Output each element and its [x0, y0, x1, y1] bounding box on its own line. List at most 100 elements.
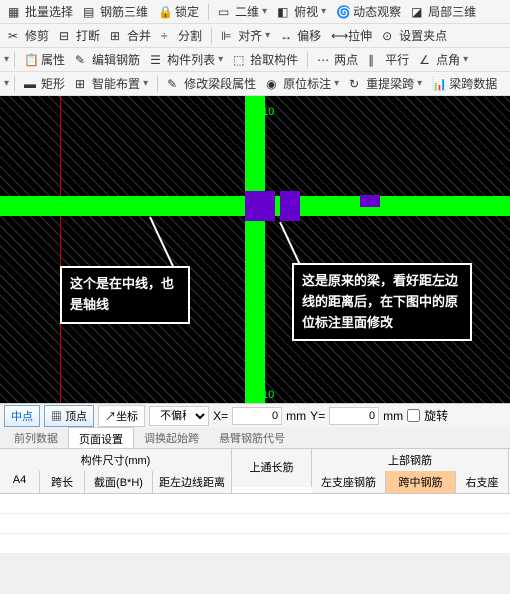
modify-icon: ✎ — [167, 77, 181, 91]
annotation-right: 这是原来的梁，看好距左边线的距离后，在下图中的原位标注里面修改 — [292, 263, 472, 341]
view-icon: ◧ — [277, 5, 291, 19]
beam-data-button[interactable]: 📊梁跨数据 — [428, 73, 501, 94]
th-left-support: 左支座钢筋 — [312, 471, 386, 493]
annotate-icon: ◉ — [266, 77, 280, 91]
set-grip-button[interactable]: ⊙设置夹点 — [378, 25, 451, 46]
tab-adjust-span[interactable]: 调换起始跨 — [134, 427, 209, 448]
th-upper-rebar: 上部钢筋 — [312, 449, 509, 471]
split-button[interactable]: ÷分割 — [157, 25, 206, 46]
offset-select[interactable]: 不偏移 — [149, 406, 209, 426]
tab-bar: 前列数据 页面设置 调换起始跨 悬臂钢筋代号 — [0, 427, 510, 449]
props-icon: 📋 — [24, 53, 38, 67]
smart-layout-button[interactable]: ⊞智能布置▾ — [71, 73, 152, 94]
rotate-label: 旋转 — [424, 407, 448, 424]
trim-icon: ✂ — [8, 29, 22, 43]
merge-button[interactable]: ⊞合并 — [106, 25, 155, 46]
coordinate-bar: 中点 ▦ 顶点 ↗坐标 不偏移 X= mm Y= mm 旋转 — [0, 403, 510, 427]
dropdown-icon-2[interactable]: ▾ — [4, 78, 9, 89]
th-right-support: 右支座 — [456, 471, 509, 493]
lock-button[interactable]: 🔒锁定 — [154, 1, 203, 22]
x-input[interactable] — [232, 407, 282, 425]
align-button[interactable]: ⊫对齐▾ — [217, 25, 274, 46]
orbit-icon: 🌀 — [336, 5, 350, 19]
reset-beam-button[interactable]: ↻重提梁跨▾ — [345, 73, 426, 94]
rect-icon: ▬ — [24, 77, 38, 91]
parallel-icon: ∥ — [368, 53, 382, 67]
toolbar-4: ▾ ▬矩形 ⊞智能布置▾ ✎修改梁段属性 ◉原位标注▾ ↻重提梁跨▾ 📊梁跨数据 — [0, 72, 510, 96]
break-button[interactable]: ⊟打断 — [55, 25, 104, 46]
th-component-size: 构件尺寸(mm) — [0, 449, 232, 471]
angle-icon: ∠ — [419, 53, 433, 67]
trim-button[interactable]: ✂修剪 — [4, 25, 53, 46]
rect-button[interactable]: ▬矩形 — [20, 73, 69, 94]
offset-button[interactable]: ↔偏移 — [276, 25, 325, 46]
pick-component-button[interactable]: ⬚拾取构件 — [229, 49, 302, 70]
th-span: 跨长 — [40, 471, 85, 493]
data-table: 构件尺寸(mm) A4 跨长 截面(B*H) 距左边线距离 上通长筋 上部钢筋 … — [0, 449, 510, 554]
data-icon: 📊 — [432, 77, 446, 91]
merge-icon: ⊞ — [110, 29, 124, 43]
dynamic-view-button[interactable]: 🌀动态观察 — [332, 1, 405, 22]
mm-label-2: mm — [383, 409, 403, 423]
tab-cantilever[interactable]: 悬臂钢筋代号 — [209, 427, 295, 448]
origin-annotate-button[interactable]: ◉原位标注▾ — [262, 73, 343, 94]
toolbar-1: ▦批量选择 ▤钢筋三维 🔒锁定 ▭二维▾ ◧俯视▾ 🌀动态观察 ◪局部三维 — [0, 0, 510, 24]
y-input[interactable] — [329, 407, 379, 425]
coordinate-button[interactable]: ↗坐标 — [98, 405, 145, 427]
smart-icon: ⊞ — [75, 77, 89, 91]
y-label: Y= — [310, 409, 325, 423]
batch-select-button[interactable]: ▦批量选择 — [4, 1, 77, 22]
parallel-button[interactable]: ∥平行 — [364, 49, 413, 70]
dropdown-icon[interactable]: ▾ — [4, 54, 9, 65]
grip-icon: ⊙ — [382, 29, 396, 43]
local3d-icon: ◪ — [411, 5, 425, 19]
vertex-icon: ▦ — [51, 411, 62, 423]
midpoint-button[interactable]: 中点 — [4, 405, 40, 427]
table-row[interactable] — [0, 514, 510, 534]
2d-icon: ▭ — [218, 5, 232, 19]
stretch-icon: ⟷ — [331, 29, 345, 43]
rebar-3d-button[interactable]: ▤钢筋三维 — [79, 1, 152, 22]
grip-2[interactable] — [280, 191, 300, 221]
two-point-button[interactable]: ⋯两点 — [313, 49, 362, 70]
rotate-checkbox[interactable] — [407, 409, 420, 422]
table-header: 构件尺寸(mm) A4 跨长 截面(B*H) 距左边线距离 上通长筋 上部钢筋 … — [0, 449, 510, 494]
th-mid-span[interactable]: 跨中钢筋 — [386, 471, 456, 493]
edit-rebar-button[interactable]: ✎编辑钢筋 — [71, 49, 144, 70]
axis-line — [60, 96, 61, 403]
align-icon: ⊫ — [221, 29, 235, 43]
break-icon: ⊟ — [59, 29, 73, 43]
th-dist-left: 距左边线距离 — [153, 471, 232, 493]
select-icon: ▦ — [8, 5, 22, 19]
toolbar-3: ▾ 📋属性 ✎编辑钢筋 ☰构件列表▾ ⬚拾取构件 ⋯两点 ∥平行 ∠点角▾ — [0, 48, 510, 72]
overlook-button[interactable]: ◧俯视▾ — [273, 1, 330, 22]
tab-front-data[interactable]: 前列数据 — [4, 427, 68, 448]
modify-beam-button[interactable]: ✎修改梁段属性 — [163, 73, 260, 94]
th-upper-long: 上通长筋 — [232, 449, 312, 487]
drawing-canvas[interactable]: 10 10 这个是在中线，也是轴线 这是原来的梁，看好距左边线的距离后，在下图中… — [0, 96, 510, 403]
tab-page-setup[interactable]: 页面设置 — [68, 427, 134, 448]
pick-icon: ⬚ — [233, 53, 247, 67]
properties-button[interactable]: 📋属性 — [20, 49, 69, 70]
beam-vertical — [245, 96, 265, 403]
marker-top: 10 — [262, 106, 274, 118]
2d-button[interactable]: ▭二维▾ — [214, 1, 271, 22]
2pt-icon: ⋯ — [317, 53, 331, 67]
vertex-button[interactable]: ▦ 顶点 — [44, 405, 94, 427]
grip-1[interactable] — [245, 191, 275, 221]
reset-icon: ↻ — [349, 77, 363, 91]
component-list-button[interactable]: ☰构件列表▾ — [146, 49, 227, 70]
rebar-icon: ▤ — [83, 5, 97, 19]
offset-icon: ↔ — [280, 29, 294, 43]
th-a4: A4 — [0, 471, 40, 493]
point-angle-button[interactable]: ∠点角▾ — [415, 49, 472, 70]
stretch-button[interactable]: ⟷拉伸 — [327, 25, 376, 46]
list-icon: ☰ — [150, 53, 164, 67]
grip-3[interactable] — [360, 195, 380, 207]
local-3d-button[interactable]: ◪局部三维 — [407, 1, 480, 22]
x-label: X= — [213, 409, 228, 423]
table-row[interactable] — [0, 534, 510, 554]
th-section: 截面(B*H) — [85, 471, 153, 493]
lock-icon: 🔒 — [158, 5, 172, 19]
table-row[interactable] — [0, 494, 510, 514]
